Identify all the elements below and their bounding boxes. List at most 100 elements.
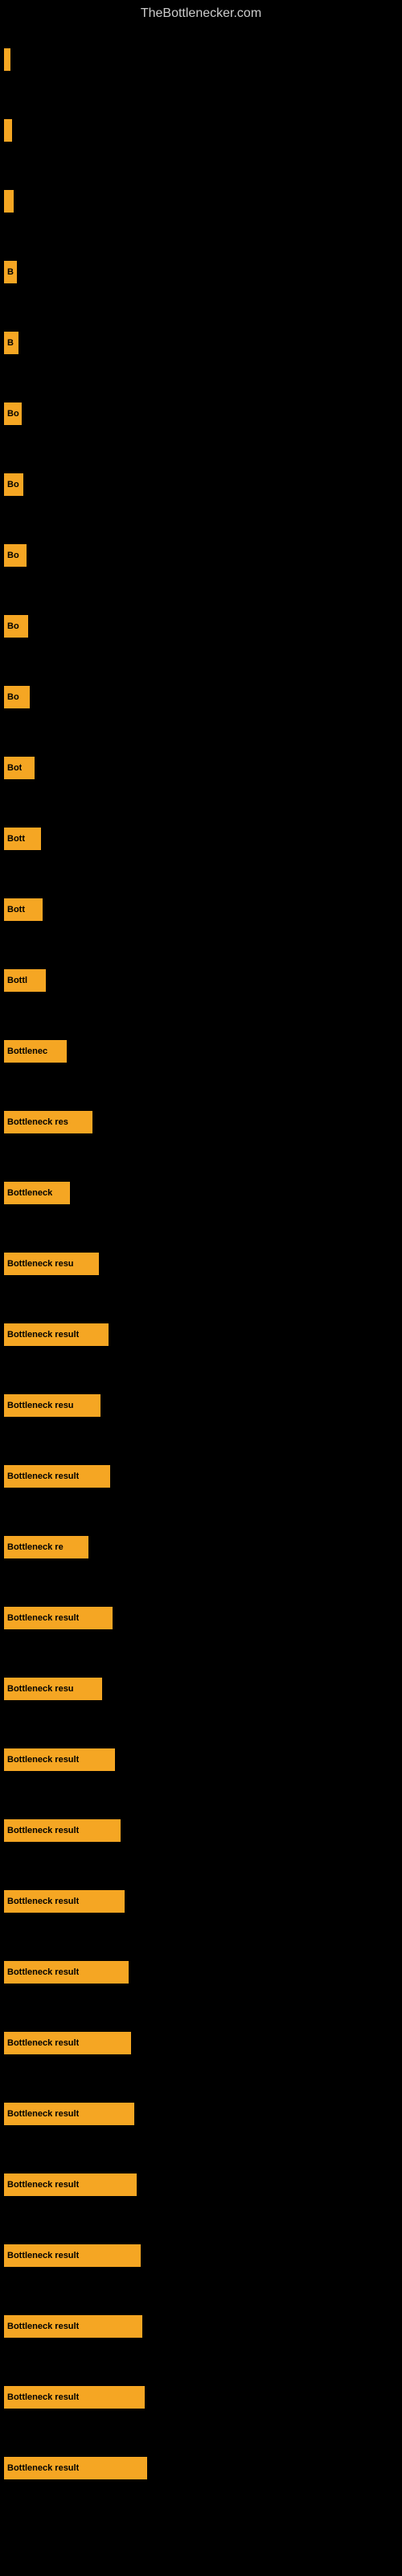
bar: [4, 119, 12, 142]
site-title: TheBottlenecker.com: [0, 0, 402, 27]
bar: Bottleneck: [4, 1182, 70, 1204]
bar: Bottleneck result: [4, 1323, 109, 1346]
bar-row: Bo: [4, 662, 402, 733]
bar: Bottleneck result: [4, 1819, 121, 1842]
bar-label: Bott: [7, 834, 25, 844]
bar-label: Bottleneck result: [7, 2392, 79, 2402]
bar-label: Bottleneck result: [7, 1897, 79, 1906]
bar-label: Bottleneck res: [7, 1117, 68, 1127]
bar-label: Bo: [7, 480, 19, 489]
bar-label: Bottleneck result: [7, 1330, 79, 1340]
bar-label: Bottleneck resu: [7, 1684, 74, 1694]
bar-label: Bott: [7, 905, 25, 914]
bar: Bottleneck result: [4, 1465, 110, 1488]
bar-label: Bottleneck result: [7, 1967, 79, 1977]
bar-row: [4, 95, 402, 166]
bar-row: Bottleneck result: [4, 1299, 402, 1370]
bar-row: Bottleneck result: [4, 2220, 402, 2291]
bars-container: B B Bo Bo Bo Bo Bo Bot Bott Bott Bottl Bottlenec Bot…: [0, 24, 402, 2504]
bar-row: Bo: [4, 591, 402, 662]
bar-label: Bottleneck result: [7, 2322, 79, 2331]
bar-label: Bottleneck result: [7, 1613, 79, 1623]
bar: Bot: [4, 757, 35, 779]
bar: Bo: [4, 686, 30, 708]
bar: Bottleneck result: [4, 2032, 131, 2054]
bar-row: Bottlenec: [4, 1016, 402, 1087]
bar-row: Bottleneck res: [4, 1087, 402, 1158]
bar: Bottl: [4, 969, 46, 992]
bar-row: Bottleneck result: [4, 2291, 402, 2362]
bar-row: [4, 166, 402, 237]
bar-row: B: [4, 308, 402, 378]
bar-label: Bo: [7, 692, 19, 702]
bar-label: B: [7, 267, 14, 277]
bar: Bo: [4, 402, 22, 425]
bar: Bottleneck result: [4, 2315, 142, 2338]
bar-label: Bottleneck result: [7, 2109, 79, 2119]
bar-row: Bottleneck resu: [4, 1228, 402, 1299]
bar-row: Bottleneck result: [4, 2149, 402, 2220]
bar: Bottlenec: [4, 1040, 67, 1063]
bar-label: Bottleneck result: [7, 2180, 79, 2190]
bar: Bottleneck result: [4, 2244, 141, 2267]
bar-row: Bo: [4, 520, 402, 591]
bar-label: Bo: [7, 551, 19, 560]
bar-label: Bottleneck resu: [7, 1401, 74, 1410]
bar-label: Bottleneck: [7, 1188, 52, 1198]
bar: Bottleneck resu: [4, 1678, 102, 1700]
bar: Bottleneck result: [4, 2174, 137, 2196]
bar-label: Bottlenec: [7, 1046, 47, 1056]
bar-label: Bottleneck result: [7, 1755, 79, 1765]
bar-row: Bottleneck re: [4, 1512, 402, 1583]
bar-row: B: [4, 237, 402, 308]
bar-row: Bottleneck resu: [4, 1653, 402, 1724]
bar: Bottleneck result: [4, 1890, 125, 1913]
bar-row: Bottleneck result: [4, 1583, 402, 1653]
bar: Bottleneck result: [4, 1607, 113, 1629]
bar: Bottleneck result: [4, 2103, 134, 2125]
bar-label: Bottleneck result: [7, 1472, 79, 1481]
bar: B: [4, 261, 17, 283]
bar-row: Bott: [4, 874, 402, 945]
bar-row: Bottleneck result: [4, 1866, 402, 1937]
bar: Bottleneck resu: [4, 1394, 100, 1417]
bar: Bo: [4, 473, 23, 496]
bar-label: Bottleneck result: [7, 2038, 79, 2048]
bar-row: Bottleneck result: [4, 2079, 402, 2149]
bar-label: B: [7, 338, 14, 348]
bar: Bottleneck res: [4, 1111, 92, 1133]
bar-label: Bot: [7, 763, 22, 773]
bar-row: Bot: [4, 733, 402, 803]
bar-row: Bottleneck result: [4, 1795, 402, 1866]
bar-label: Bottl: [7, 976, 27, 985]
bar: Bottleneck resu: [4, 1253, 99, 1275]
bar: Bottleneck result: [4, 2386, 145, 2409]
bar-label: Bottleneck re: [7, 1542, 64, 1552]
bar-label: Bottleneck result: [7, 1826, 79, 1835]
bar-row: Bottleneck resu: [4, 1370, 402, 1441]
bar: Bottleneck result: [4, 1961, 129, 1984]
bar-row: Bottleneck result: [4, 1937, 402, 2008]
bar: Bott: [4, 828, 41, 850]
bar-row: Bo: [4, 449, 402, 520]
bar-row: Bottl: [4, 945, 402, 1016]
bar: Bottleneck re: [4, 1536, 88, 1558]
bar-label: Bottleneck result: [7, 2463, 79, 2473]
bar-label: Bo: [7, 621, 19, 631]
bar: Bott: [4, 898, 43, 921]
bar: B: [4, 332, 18, 354]
bar-row: Bottleneck: [4, 1158, 402, 1228]
bar: Bo: [4, 544, 27, 567]
bar-row: Bottleneck result: [4, 2362, 402, 2433]
bar-row: Bo: [4, 378, 402, 449]
bar-row: Bottleneck result: [4, 2433, 402, 2504]
bar-row: Bottleneck result: [4, 1724, 402, 1795]
bar-row: Bott: [4, 803, 402, 874]
bar: [4, 48, 10, 71]
bar: Bottleneck result: [4, 2457, 147, 2479]
bar-label: Bo: [7, 409, 19, 419]
bar-row: Bottleneck result: [4, 1441, 402, 1512]
bar: Bottleneck result: [4, 1748, 115, 1771]
bar: Bo: [4, 615, 28, 638]
bar-label: Bottleneck resu: [7, 1259, 74, 1269]
